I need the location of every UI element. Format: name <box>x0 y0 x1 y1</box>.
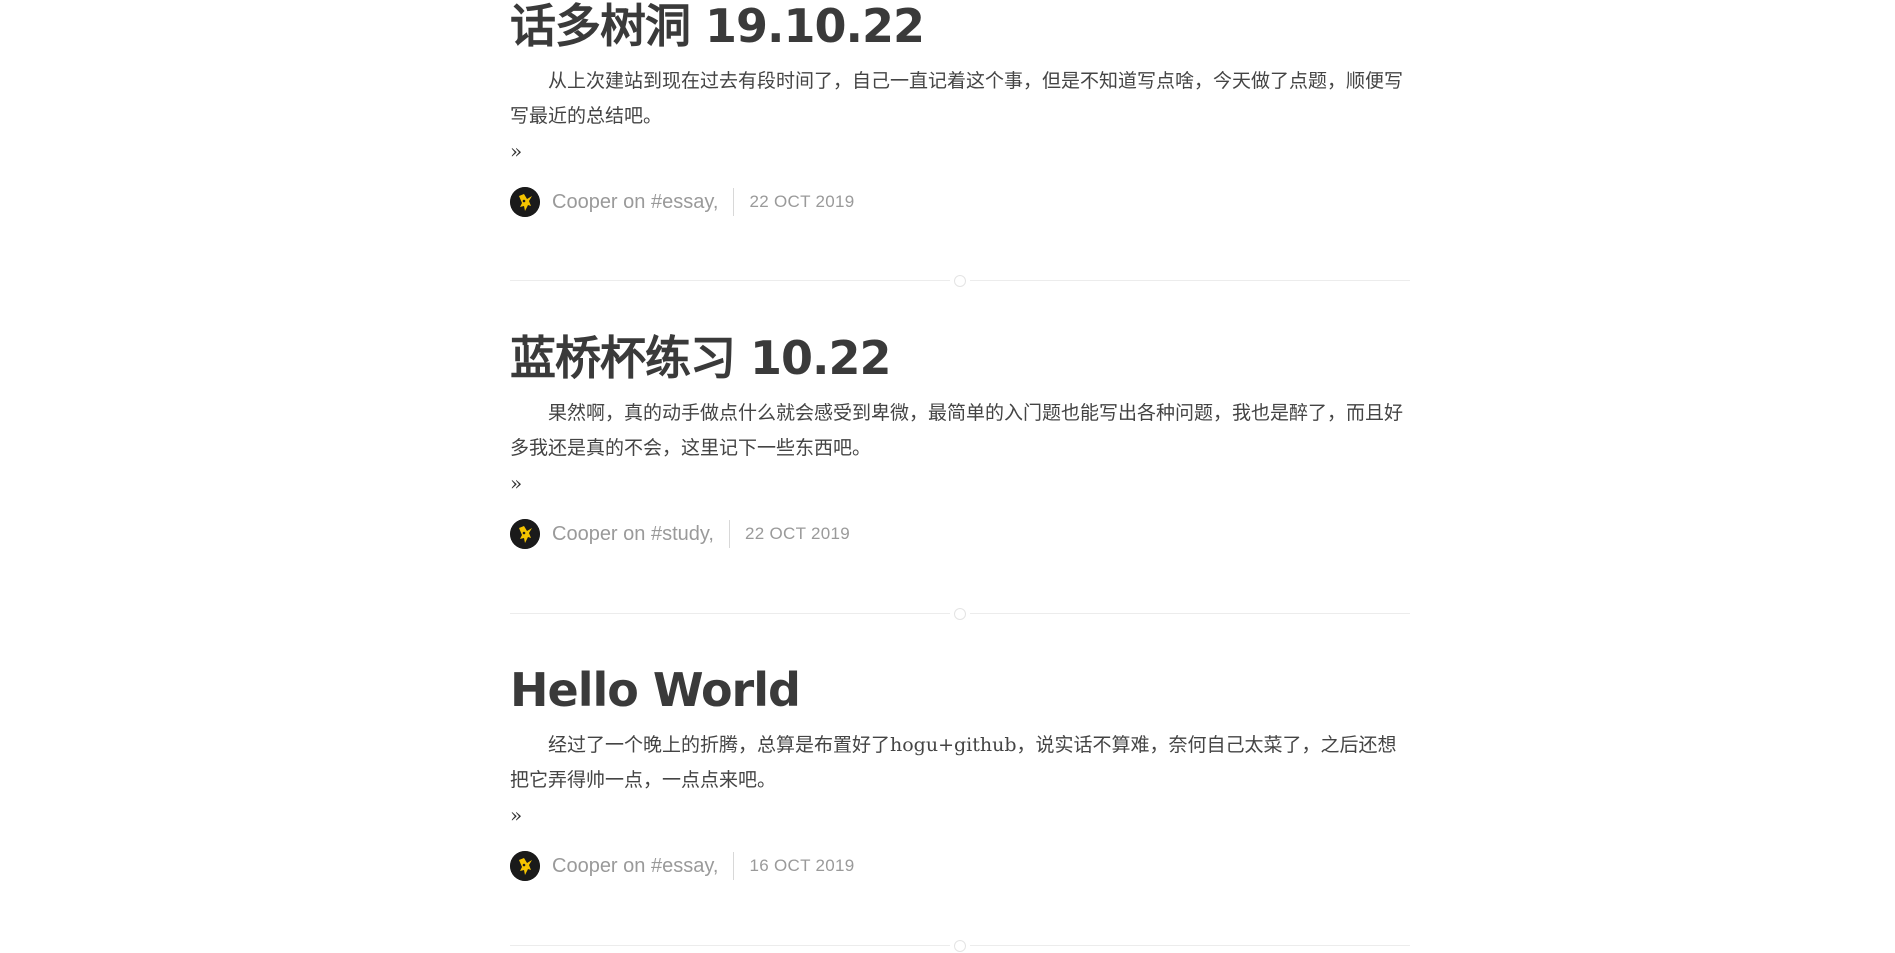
post-item: 蓝桥杯练习 10.22 果然啊，真的动手做点什么就会感受到卑微，最简单的入门题也… <box>510 330 1410 550</box>
author-line: Cooper on #essay, <box>552 191 718 214</box>
post-tag[interactable]: #essay, <box>651 191 718 213</box>
author-name[interactable]: Cooper <box>552 523 618 545</box>
post-date: 16 OCT 2019 <box>749 856 855 875</box>
author-name[interactable]: Cooper <box>552 191 618 213</box>
post-meta: Cooper on #essay, 22 OCT 2019 <box>510 186 1410 218</box>
post-title[interactable]: 话多树洞 19.10.22 <box>510 0 1410 54</box>
post-list-page: 话多树洞 19.10.22 从上次建站到现在过去有段时间了，自己一直记着这个事，… <box>0 0 1895 953</box>
post-divider <box>510 940 1410 952</box>
post-divider <box>510 608 1410 620</box>
post-title[interactable]: Hello World <box>510 662 1410 718</box>
post-tag[interactable]: #study, <box>651 523 714 545</box>
author-line: Cooper on #essay, <box>552 855 718 878</box>
post-divider <box>510 275 1410 287</box>
post-date: 22 OCT 2019 <box>749 192 855 211</box>
author-line: Cooper on #study, <box>552 523 714 546</box>
meta-separator <box>733 852 735 880</box>
on-label: on <box>623 854 646 877</box>
divider-line <box>510 280 950 281</box>
divider-line <box>970 280 1410 281</box>
meta-separator <box>733 188 735 216</box>
post-item: Hello World 经过了一个晚上的折腾，总算是布置好了hogu+githu… <box>510 662 1410 882</box>
pikachu-avatar-icon[interactable] <box>510 851 540 881</box>
post-meta: Cooper on #study, 22 OCT 2019 <box>510 518 1410 550</box>
meta-separator <box>728 520 730 548</box>
post-excerpt: 经过了一个晚上的折腾，总算是布置好了hogu+github，说实话不算难，奈何自… <box>510 734 1397 791</box>
divider-dot <box>954 940 966 952</box>
pikachu-avatar-icon[interactable] <box>510 519 540 549</box>
on-label: on <box>623 190 646 213</box>
post-tag[interactable]: #essay, <box>651 855 718 877</box>
divider-dot <box>954 608 966 620</box>
post-title[interactable]: 蓝桥杯练习 10.22 <box>510 330 1410 386</box>
on-label: on <box>623 522 646 545</box>
post-excerpt: 果然啊，真的动手做点什么就会感受到卑微，最简单的入门题也能写出各种问题，我也是醉… <box>510 402 1404 459</box>
read-more-link[interactable]: » <box>510 470 522 496</box>
divider-line <box>510 945 950 946</box>
pikachu-avatar-icon[interactable] <box>510 187 540 217</box>
divider-line <box>510 613 950 614</box>
post-meta: Cooper on #essay, 16 OCT 2019 <box>510 850 1410 882</box>
post-item: 话多树洞 19.10.22 从上次建站到现在过去有段时间了，自己一直记着这个事，… <box>510 0 1410 218</box>
divider-line <box>970 945 1410 946</box>
divider-line <box>970 613 1410 614</box>
read-more-link[interactable]: » <box>510 802 522 828</box>
author-name[interactable]: Cooper <box>552 855 618 877</box>
post-date: 22 OCT 2019 <box>744 524 851 543</box>
post-excerpt: 从上次建站到现在过去有段时间了，自己一直记着这个事，但是不知道写点啥，今天做了点… <box>510 70 1404 127</box>
divider-dot <box>954 275 966 287</box>
read-more-link[interactable]: » <box>510 138 522 164</box>
